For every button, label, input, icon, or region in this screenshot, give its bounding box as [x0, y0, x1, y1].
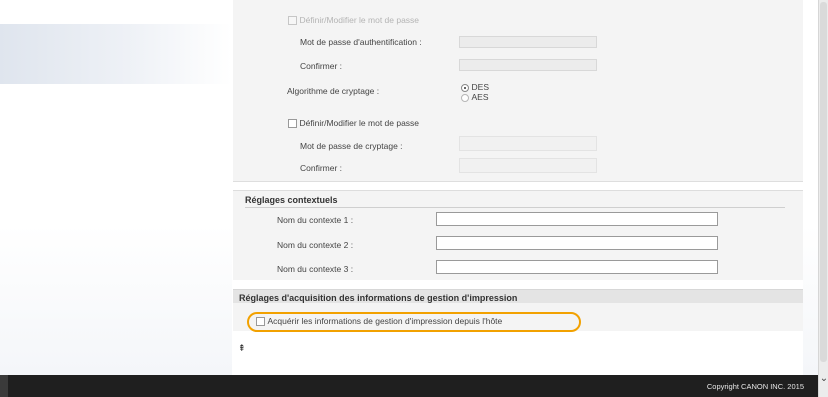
aes-radio[interactable]	[461, 93, 469, 102]
vertical-scrollbar[interactable]: ⌄	[818, 0, 828, 397]
set-auth-password-row: Définir/Modifier le mot de passe	[288, 15, 420, 26]
auth-confirm-label: Confirmer :	[300, 61, 343, 71]
context-title-divider	[245, 207, 785, 208]
context-settings-title: Réglages contextuels	[245, 195, 338, 205]
algorithm-option-des[interactable]: DES	[461, 82, 489, 92]
algorithm-option-aes[interactable]: AES	[461, 92, 489, 102]
set-auth-password-label: Définir/Modifier le mot de passe	[299, 15, 420, 25]
auth-password-field[interactable]	[459, 36, 597, 48]
context-name-1-label: Nom du contexte 1 :	[277, 215, 354, 225]
context-name-1-input[interactable]	[436, 212, 718, 226]
copyright-text: Copyright CANON INC. 2015	[706, 382, 804, 391]
highlight-outline	[247, 312, 581, 332]
encryption-password-field[interactable]	[459, 136, 597, 151]
left-decorative-gradient	[0, 24, 232, 84]
set-encryption-password-checkbox[interactable]	[288, 119, 297, 129]
encryption-password-label: Mot de passe de cryptage :	[300, 141, 403, 151]
set-auth-password-checkbox[interactable]	[288, 16, 297, 26]
encryption-confirm-field[interactable]	[459, 158, 597, 173]
page-top-icon[interactable]: ⇞	[238, 344, 246, 354]
encryption-confirm-label: Confirmer :	[300, 163, 343, 173]
set-encryption-password-label: Définir/Modifier le mot de passe	[299, 118, 420, 128]
context-name-3-label: Nom du contexte 3 :	[277, 264, 354, 274]
context-name-3-input[interactable]	[436, 260, 718, 274]
footer-left-edge	[0, 375, 8, 397]
set-encryption-password-row: Définir/Modifier le mot de passe	[288, 118, 420, 129]
chevron-down-icon[interactable]: ⌄	[819, 372, 828, 386]
aes-label: AES	[471, 92, 489, 102]
context-name-2-input[interactable]	[436, 236, 718, 250]
context-name-2-label: Nom du contexte 2 :	[277, 240, 354, 250]
auth-confirm-field[interactable]	[459, 59, 597, 71]
des-label: DES	[471, 82, 489, 92]
acquisition-settings-title: Réglages d'acquisition des informations …	[239, 293, 518, 303]
auth-password-label: Mot de passe d'authentification :	[300, 37, 422, 47]
footer-bar: Copyright CANON INC. 2015	[0, 375, 818, 397]
scrollbar-thumb[interactable]	[820, 2, 827, 362]
des-radio[interactable]	[461, 83, 469, 92]
encryption-algorithm-label: Algorithme de cryptage :	[287, 86, 380, 96]
